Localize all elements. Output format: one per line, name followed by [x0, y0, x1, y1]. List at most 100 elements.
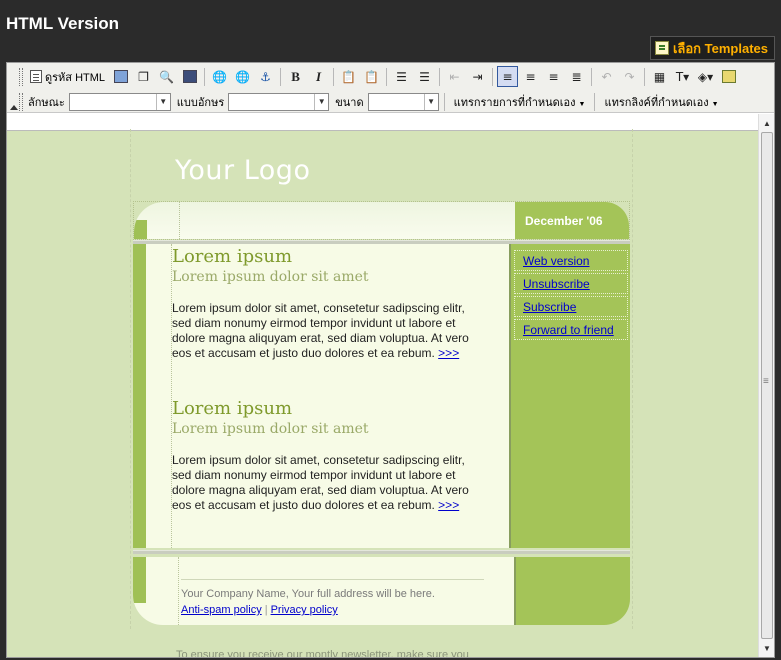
toolbar-separator	[204, 67, 206, 86]
bulleted-list-button[interactable]: ☰	[414, 66, 435, 87]
unsubscribe-link[interactable]: Unsubscribe	[514, 273, 628, 294]
vertical-scrollbar[interactable]: ▲ ▼	[758, 114, 774, 657]
toolbar-separator	[644, 67, 646, 86]
editor-content-area[interactable]: Your Logo December '06 Lorem ipsum Lorem…	[7, 114, 758, 657]
size-select[interactable]: ▼	[367, 92, 439, 111]
article-2-more-link[interactable]: >>>	[438, 498, 459, 512]
newsletter-footer: Your Company Name, Your full address wil…	[133, 557, 630, 625]
footer-left-strip	[146, 557, 179, 625]
toolbar-separator	[443, 92, 445, 111]
subscription-notice: To ensure you receive our montly newslet…	[176, 649, 469, 657]
select-templates-button[interactable]: เลือก Templates	[649, 36, 775, 60]
globe-link-icon: 🌐	[212, 69, 227, 84]
article-1-text: Lorem ipsum dolor sit amet, consetetur s…	[172, 301, 469, 360]
align-left-button[interactable]: ≡	[497, 66, 519, 87]
header-left-bar	[134, 220, 147, 239]
save-button[interactable]	[179, 66, 200, 87]
outdent-button[interactable]: ⇤	[444, 66, 465, 87]
body-left-strip	[146, 244, 172, 548]
insert-table-button[interactable]: ▦	[649, 66, 670, 87]
chevron-down-icon: ▼	[155, 93, 170, 110]
caret-down-icon: ▼	[711, 100, 719, 108]
undo-button[interactable]: ↶	[596, 66, 617, 87]
footer-left-bar	[133, 557, 146, 603]
toolbar-separator	[280, 67, 282, 86]
paste-from-word-button[interactable]: 📋	[361, 66, 382, 87]
insert-image-button[interactable]	[718, 66, 739, 87]
html-editor: ดูรหัส HTML ❐ 🔍 🌐 🌐 ⚓ B I 📋 📋 ☰ ☰ ⇤ ⇥ ≡ …	[6, 62, 775, 658]
privacy-policy-link[interactable]: Privacy policy	[271, 604, 338, 616]
undo-icon: ↶	[601, 69, 612, 84]
style-select[interactable]: ▼	[68, 92, 171, 111]
newsletter-articles: Lorem ipsum Lorem ipsum dolor sit amet L…	[172, 244, 509, 548]
background-color-icon: ◈▾	[697, 69, 714, 84]
templates-icon: ❐	[138, 69, 149, 84]
preview-button[interactable]	[110, 66, 131, 87]
toolbar-separator	[386, 67, 388, 86]
insert-custom-link-label: แทรกลิงค์ที่กำหนดเอง	[604, 96, 709, 109]
scrollbar-thumb[interactable]	[761, 132, 773, 639]
toolbar-separator	[591, 67, 593, 86]
article-2-subtitle: Lorem ipsum dolor sit amet	[172, 421, 369, 437]
web-version-link[interactable]: Web version	[514, 250, 628, 271]
templates-button[interactable]: ❐	[133, 66, 154, 87]
insert-link-button[interactable]: 🌐	[209, 66, 230, 87]
insert-custom-item-label: แทรกรายการที่กำหนดเอง	[453, 96, 576, 109]
italic-button[interactable]: I	[308, 66, 329, 87]
font-label: แบบอักษร	[176, 96, 225, 109]
paste-icon: 📋	[341, 69, 356, 84]
remove-link-button[interactable]: 🌐	[232, 66, 253, 87]
template-icon	[654, 41, 669, 55]
footer-rule	[181, 579, 484, 580]
align-justify-icon: ≣	[571, 69, 582, 84]
view-html-source-button[interactable]: ดูรหัส HTML	[27, 66, 108, 87]
insert-custom-item-dropdown[interactable]: แทรกรายการที่กำหนดเอง ▼	[454, 93, 586, 111]
toolbar-separator	[492, 67, 494, 86]
print-preview-icon: 🔍	[159, 69, 174, 84]
print-preview-button[interactable]: 🔍	[156, 66, 177, 87]
anti-spam-policy-link[interactable]: Anti-spam policy	[181, 604, 262, 616]
background-color-button[interactable]: ◈▾	[695, 66, 716, 87]
header-left-cell	[147, 202, 180, 239]
bold-button[interactable]: B	[285, 66, 306, 87]
redo-button[interactable]: ↷	[619, 66, 640, 87]
footer-left-panel: Your Company Name, Your full address wil…	[133, 557, 514, 625]
anchor-button[interactable]: ⚓	[255, 66, 276, 87]
chevron-down-icon: ▼	[314, 93, 328, 110]
toolbar-grip[interactable]	[19, 67, 23, 86]
redo-icon: ↷	[624, 69, 635, 84]
article-1-more-link[interactable]: >>>	[438, 346, 459, 360]
image-icon	[721, 70, 736, 83]
view-html-label: ดูรหัส HTML	[45, 71, 106, 84]
paste-button[interactable]: 📋	[338, 66, 359, 87]
scroll-up-arrow-icon[interactable]: ▲	[761, 117, 773, 129]
preview-icon	[113, 70, 128, 83]
numbered-list-button[interactable]: ☰	[391, 66, 412, 87]
collapse-toolbar-icon[interactable]	[10, 105, 18, 110]
toolbar-grip[interactable]	[19, 92, 23, 111]
globe-unlink-icon: 🌐	[235, 69, 250, 84]
footer-link-separator: |	[264, 604, 268, 616]
anchor-icon: ⚓	[260, 69, 271, 84]
indent-button[interactable]: ⇥	[467, 66, 488, 87]
align-right-icon: ≡	[548, 69, 559, 84]
body-left-bar	[133, 244, 146, 548]
align-center-button[interactable]: ≡	[520, 66, 541, 87]
align-right-button[interactable]: ≡	[543, 66, 564, 87]
align-justify-button[interactable]: ≣	[566, 66, 587, 87]
newsletter-body: Lorem ipsum Lorem ipsum dolor sit amet L…	[133, 244, 630, 548]
article-1-body: Lorem ipsum dolor sit amet, consetetur s…	[172, 301, 472, 361]
text-color-icon: T▾	[675, 69, 690, 84]
footer-divider	[133, 550, 630, 554]
save-icon	[182, 70, 197, 83]
article-2-text: Lorem ipsum dolor sit amet, consetetur s…	[172, 453, 469, 512]
company-address: Your Company Name, Your full address wil…	[181, 588, 435, 600]
text-color-button[interactable]: T▾	[672, 66, 693, 87]
font-select[interactable]: ▼	[228, 92, 330, 111]
footer-right-panel	[514, 557, 630, 625]
insert-custom-link-dropdown[interactable]: แทรกลิงค์ที่กำหนดเอง ▼	[604, 93, 718, 111]
table-icon: ▦	[653, 69, 666, 84]
subscribe-link[interactable]: Subscribe	[514, 296, 628, 317]
forward-to-friend-link[interactable]: Forward to friend	[514, 319, 628, 340]
scroll-down-arrow-icon[interactable]: ▼	[761, 642, 773, 654]
